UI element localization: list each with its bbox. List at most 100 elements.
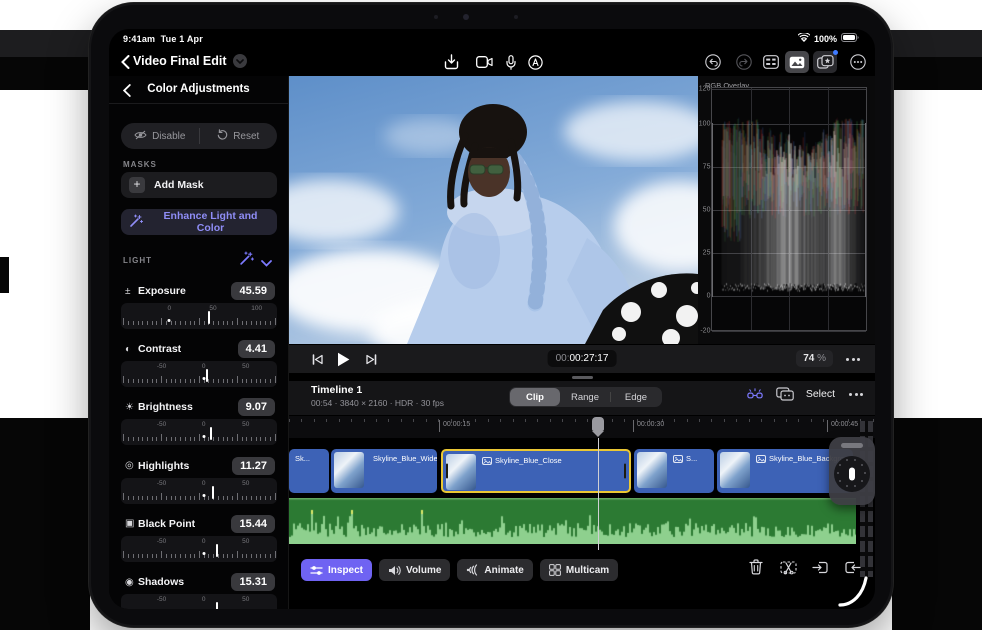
viewer-zoom-button[interactable]: 74 % [796,350,833,367]
add-mask-button[interactable]: + Add Mask [121,172,277,198]
light-section-label: LIGHT [123,256,152,265]
effects-browser-icon[interactable] [813,51,837,73]
audio-track-clip[interactable] [289,498,856,544]
timecode-display[interactable]: 00:00:27:17 [548,350,617,367]
front-camera-dot [463,14,469,20]
adjustment-ruler[interactable]: -50050100 [121,361,277,387]
status-bar: 9:41am Tue 1 Apr 100% [109,29,875,49]
inspect-icon [310,565,323,576]
blade-split-icon[interactable] [779,558,797,576]
adjustment-name: Exposure [138,285,231,297]
project-title[interactable]: Video Final Edit [133,54,247,68]
ruler-tick-label: 50 [242,363,249,370]
timeline-clip[interactable]: Sk... [289,449,329,493]
adjustment-icon: ◐ [125,344,138,355]
ruler-tick-label: 0 [202,363,206,370]
timecode-value: 00:27:17 [569,353,608,364]
enhance-label: Enhance Light and Color [152,210,269,234]
edit-mode-clip[interactable]: Clip [510,388,560,406]
adjustment-ruler[interactable]: -50050100 [121,536,277,562]
delete-clip-icon[interactable] [747,558,765,576]
adjustment-value[interactable]: 4.41 [238,340,275,358]
animate-button[interactable]: Animate [457,559,532,581]
volume-button[interactable]: Volume [379,559,450,581]
adjustment-slider: ± Exposure 45.59 050100 [109,281,289,337]
skimming-icon[interactable] [746,385,764,403]
clip-tools-bar: Inspect Volume Animate Multicam [301,559,618,581]
record-voiceover-icon[interactable] [523,51,547,73]
select-tool-button[interactable]: Select [806,388,835,400]
adjustment-ruler[interactable]: -50050100 [121,594,277,609]
skip-to-end-icon[interactable] [361,351,381,368]
timeline-resize-handle[interactable] [572,376,593,379]
ruler-tick-label: 0 [202,421,206,428]
timeline-name: Timeline 1 [311,384,362,396]
video-scope-panel: RGB Overlay 1201007550250-20 [698,76,875,344]
timeline-clip[interactable]: Skyline_Blue_Wide [331,449,437,493]
adjustment-ruler[interactable]: -50050100 [121,419,277,445]
timecode-hours: 00: [556,353,570,364]
light-collapse-chevron-icon[interactable] [261,254,272,272]
playhead-handle[interactable] [592,417,604,437]
adjustment-value[interactable]: 15.31 [231,573,275,591]
adjustment-value[interactable]: 45.59 [231,282,275,300]
import-media-icon[interactable] [439,51,463,73]
tool-label: Inspect [328,565,363,576]
ruler-tick-label: 0 [168,305,172,312]
adjustment-ruler[interactable]: 050100 [121,303,277,329]
adjustment-name: Shadows [138,576,231,588]
clip-overlap-icon[interactable] [776,385,794,403]
scope-tick-label: 100 [699,120,711,127]
video-frame-image [289,76,698,344]
inspect-button[interactable]: Inspect [301,559,372,581]
title-chevron-down-icon[interactable] [233,54,247,68]
zoom-value: 74 [803,353,814,364]
video-preview[interactable] [289,76,698,344]
skip-to-start-icon[interactable] [307,351,327,368]
scope-tick-label: 0 [707,293,711,300]
value-cursor [216,602,218,609]
timeline-clip[interactable]: S... [634,449,714,493]
timeline-ruler[interactable]: 00:00:1500:00:3000:00:45 [289,416,875,438]
ruler-tick-label: 0 [202,596,206,603]
ruler-tick-label: 0 [202,538,206,545]
jog-dial[interactable] [834,456,870,492]
play-icon[interactable] [333,351,353,368]
audio-waveform-canvas [289,498,856,544]
video-track: Sk... Skyline_Blue_Wide Skyline_Blue_Clo… [109,449,875,495]
date: Tue 1 Apr [161,34,203,44]
timeline-more-icon[interactable] [847,385,865,403]
camera-icon[interactable] [472,51,496,73]
adjustment-icon: ± [125,286,138,297]
media-browser-icon[interactable] [785,51,809,73]
overwrite-clip-icon[interactable] [843,558,861,576]
timeline-clip[interactable]: Skyline_Blue_Close [441,449,631,493]
light-wand-icon[interactable] [239,251,254,271]
status-time-date: 9:41am Tue 1 Apr [123,34,203,44]
undo-icon[interactable] [701,51,725,73]
more-options-icon[interactable] [846,51,870,73]
ruler-tick-label: 50 [209,305,216,312]
reset-button[interactable]: Reset [200,123,278,149]
jog-wheel-control[interactable] [829,437,875,505]
edit-mode-edge[interactable]: Edge [611,388,661,406]
adjustment-slider: ▣ Black Point 15.44 -50050100 [109,514,289,570]
multicam-button[interactable]: Multicam [540,559,618,581]
disable-button[interactable]: Disable [121,123,199,149]
redo-icon[interactable] [732,51,756,73]
inspector-icon[interactable] [759,51,783,73]
ruler-tick-label: -50 [157,421,166,428]
edit-mode-range[interactable]: Range [560,388,610,406]
enhance-light-color-button[interactable]: Enhance Light and Color [121,209,277,235]
adjustment-value[interactable]: 15.44 [231,515,275,533]
insert-clip-icon[interactable] [811,558,829,576]
adjustment-slider: ◉ Shadows 15.31 -50050100 [109,572,289,609]
background-block [0,257,9,293]
adjustment-icon: ◉ [125,577,138,588]
masks-section-label: MASKS [123,160,157,169]
microphone-icon[interactable] [499,51,523,73]
scope-tick-label: 50 [703,207,711,214]
clock: 9:41am [123,34,155,44]
adjustment-value[interactable]: 9.07 [238,398,275,416]
viewer-more-icon[interactable] [843,351,863,368]
